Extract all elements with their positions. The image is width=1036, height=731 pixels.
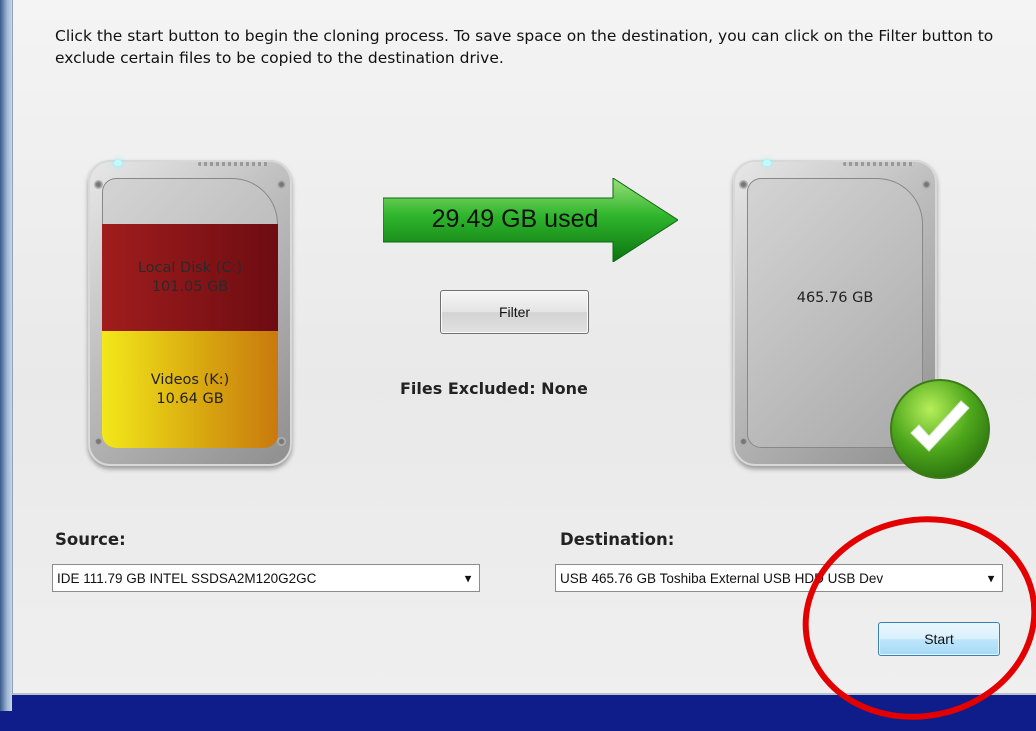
screw-icon [922, 180, 931, 189]
destination-label: Destination: [560, 530, 675, 549]
annotation-circle [802, 516, 1036, 720]
filter-button[interactable]: Filter [440, 290, 589, 334]
destination-size: 465.76 GB [796, 290, 874, 306]
instructions-text: Click the start button to begin the clon… [55, 27, 994, 67]
files-excluded-label: Files Excluded: None [400, 379, 588, 398]
drive-led [114, 160, 122, 166]
partition-k-size: 10.64 GB [156, 390, 224, 407]
check-icon [890, 379, 990, 479]
source-dropdown[interactable]: IDE 111.79 GB INTEL SSDSA2M120G2GC ▼ [52, 564, 480, 592]
partition-c-size: 101.05 GB [151, 278, 229, 295]
used-space-label: 29.49 GB used [431, 205, 599, 233]
screw-icon [277, 180, 286, 189]
source-drive-graphic: Local Disk (C:) 101.05 GB Videos (K:) 10… [88, 160, 292, 466]
partition-c-name: Local Disk (C:) [137, 259, 243, 276]
chevron-down-icon[interactable]: ▼ [457, 572, 479, 585]
source-selected-value: IDE 111.79 GB INTEL SSDSA2M120G2GC [57, 570, 317, 586]
drive-grip [843, 162, 913, 166]
window-frame-edge [0, 0, 12, 711]
source-label: Source: [55, 530, 126, 549]
partition-k[interactable]: Videos (K:) 10.64 GB [102, 331, 278, 448]
source-drive-body: Local Disk (C:) 101.05 GB Videos (K:) 10… [102, 178, 278, 448]
partition-c[interactable]: Local Disk (C:) 101.05 GB [102, 224, 278, 331]
screw-icon [739, 437, 748, 446]
partition-k-name: Videos (K:) [150, 371, 230, 388]
drive-grip [198, 162, 268, 166]
screw-icon [277, 437, 286, 446]
drive-led [763, 160, 771, 166]
